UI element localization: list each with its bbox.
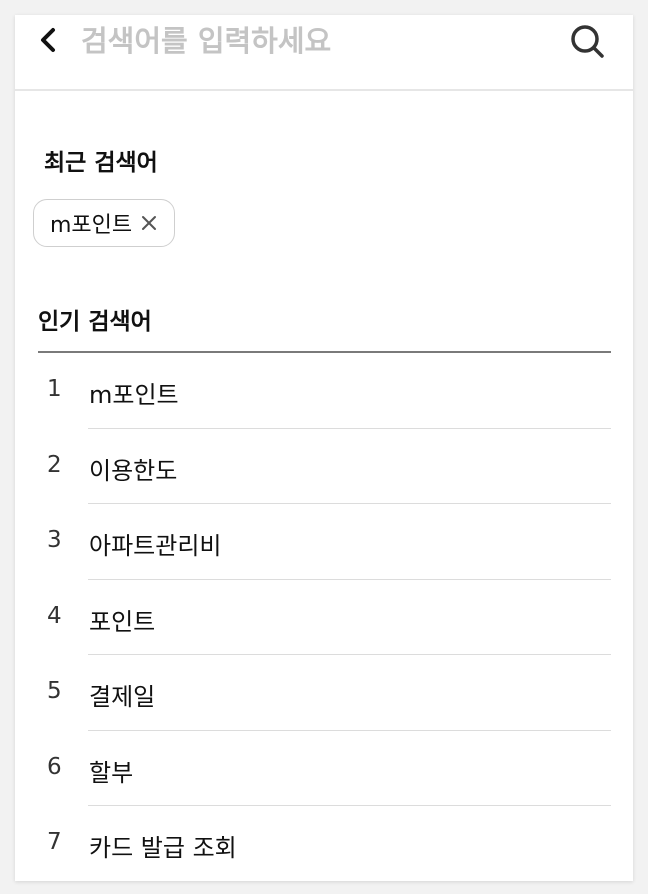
popular-rank: 7 (47, 829, 62, 855)
search-page: 최근 검색어 m포인트 인기 검색어 1 m포인트 2 이용한도 3 아파트관리… (15, 15, 633, 881)
popular-rank: 6 (47, 753, 62, 780)
popular-term: m포인트 (89, 381, 179, 409)
close-icon (142, 216, 157, 230)
popular-searches-title: 인기 검색어 (38, 309, 152, 335)
popular-search-item[interactable]: 3 아파트관리비 (38, 504, 611, 580)
recent-search-chip-label: m포인트 (50, 213, 133, 238)
popular-term: 결제일 (89, 683, 156, 711)
popular-search-item[interactable]: 6 할부 (38, 731, 611, 806)
popular-rank: 3 (47, 527, 62, 553)
popular-search-item[interactable]: 1 m포인트 (38, 353, 611, 429)
popular-term: 포인트 (89, 607, 156, 636)
popular-search-item[interactable]: 2 이용한도 (38, 429, 611, 504)
popular-search-item[interactable]: 5 결제일 (38, 655, 611, 731)
search-button[interactable] (567, 21, 607, 61)
search-header (15, 15, 633, 91)
popular-term: 아파트관리비 (89, 532, 222, 560)
remove-recent-search-button[interactable] (140, 214, 158, 232)
back-button[interactable] (35, 23, 65, 57)
popular-rank: 5 (47, 678, 62, 704)
popular-rank: 1 (47, 376, 62, 402)
popular-term: 할부 (89, 758, 134, 787)
popular-rank: 4 (47, 602, 62, 629)
chevron-left-icon (41, 28, 55, 52)
recent-search-chip[interactable]: m포인트 (33, 199, 176, 247)
popular-search-item[interactable]: 7 카드 발급 조회 (38, 806, 611, 881)
popular-term: 이용한도 (89, 456, 178, 485)
recent-searches-title: 최근 검색어 (44, 150, 158, 176)
popular-search-list: 1 m포인트 2 이용한도 3 아파트관리비 4 포인트 5 결제일 6 할부 (38, 353, 611, 881)
magnifier-icon (571, 25, 604, 58)
popular-search-item[interactable]: 4 포인트 (38, 580, 611, 655)
search-input[interactable] (81, 21, 551, 61)
popular-term: 카드 발급 조회 (89, 834, 237, 862)
popular-rank: 2 (47, 451, 62, 478)
